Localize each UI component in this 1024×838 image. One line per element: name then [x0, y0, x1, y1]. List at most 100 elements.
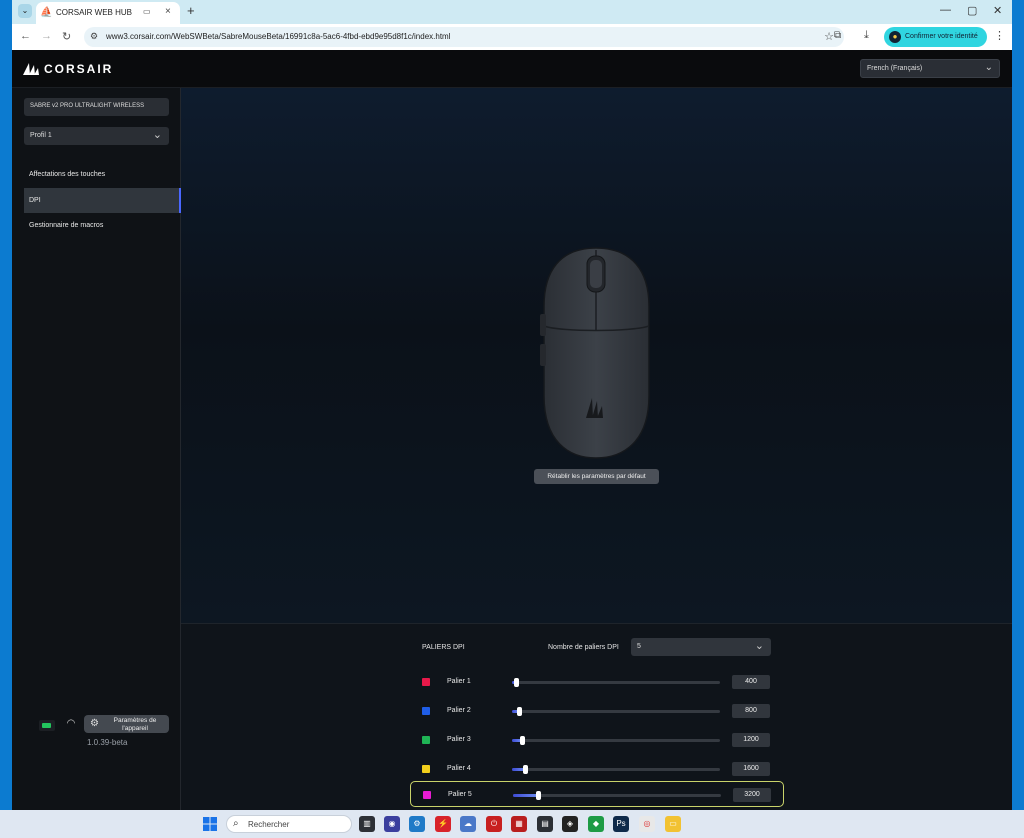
windows-start-icon[interactable] [203, 817, 217, 831]
dpi-slider-fill [513, 794, 538, 797]
device-name-field: SABRE v2 PRO ULTRALIGHT WIRELESS [24, 98, 169, 116]
tab-search-chevron-icon[interactable]: ⌄ [18, 4, 32, 18]
dpi-slider[interactable] [513, 791, 721, 800]
tab-close-icon[interactable]: × [165, 6, 171, 17]
reload-icon[interactable]: ↻ [62, 30, 71, 43]
tab-bar: ⌄ ⛵ CORSAIR WEB HUB ▭ × + — ▢ ✕ [12, 0, 1012, 24]
corsair-logo: CORSAIR [22, 61, 113, 77]
wireless-icon: ◠ [66, 718, 76, 729]
dpi-slider-thumb[interactable] [536, 791, 541, 800]
stage-color-swatch[interactable] [423, 791, 431, 799]
back-icon[interactable]: ← [20, 30, 31, 42]
chevron-down-icon: ⌄ [754, 640, 764, 652]
dpi-stage-row[interactable]: Palier 5 3200 [410, 781, 784, 807]
app-icon-3[interactable]: ⚡ [435, 816, 451, 832]
app-icon-4[interactable]: ☁ [460, 816, 476, 832]
forward-icon[interactable]: → [41, 30, 52, 42]
extensions-icon[interactable]: ⧉ [834, 30, 841, 41]
profile-select[interactable]: Profil 1 ⌄ [24, 127, 169, 145]
reset-defaults-label: Rétablir les paramètres par défaut [547, 473, 646, 480]
stage-dpi-value[interactable]: 1200 [732, 733, 770, 747]
stage-label: Palier 3 [447, 736, 471, 743]
taskbar-search[interactable]: ⌕ Rechercher [226, 815, 352, 833]
close-window-icon[interactable]: ✕ [993, 4, 1002, 17]
photoshop-icon[interactable]: Ps [613, 816, 629, 832]
taskbar-search-placeholder: Rechercher [248, 820, 290, 829]
browser-tab[interactable]: ⛵ CORSAIR WEB HUB ▭ × [36, 2, 180, 24]
profile-value: Profil 1 [30, 132, 52, 139]
corsair-web-hub: CORSAIR French (Français) ⌄ SABRE v2 PRO… [12, 50, 1012, 810]
stage-color-swatch[interactable] [422, 765, 430, 773]
dpi-slider-thumb[interactable] [517, 707, 522, 716]
app-icon-7[interactable]: ▤ [537, 816, 553, 832]
stage-label: Palier 4 [447, 765, 471, 772]
stage-color-swatch[interactable] [422, 678, 430, 686]
task-view-icon[interactable]: ▥ [359, 816, 375, 832]
battery-icon [39, 720, 55, 731]
device-view: Rétablir les paramètres par défaut [181, 88, 1012, 623]
dpi-slider[interactable] [512, 678, 720, 687]
device-settings-button[interactable]: ⚙ Paramètres de l'appareil [84, 715, 169, 733]
confirm-identity-button[interactable]: ● Confirmer votre identité [884, 27, 987, 47]
logo-text: CORSAIR [44, 62, 114, 76]
stage-color-swatch[interactable] [422, 736, 430, 744]
dpi-slider-thumb[interactable] [514, 678, 519, 687]
browser-window: ⌄ ⛵ CORSAIR WEB HUB ▭ × + — ▢ ✕ ← → ↻ ⚙ … [12, 0, 1012, 810]
language-select[interactable]: French (Français) ⌄ [860, 59, 1000, 78]
dpi-stage-row[interactable]: Palier 3 1200 [410, 727, 784, 753]
corsair-sails-icon [23, 63, 39, 75]
chevron-down-icon: ⌄ [152, 129, 162, 141]
device-name: SABRE v2 PRO ULTRALIGHT WIRELESS [30, 103, 145, 109]
tab-media-icon[interactable]: ▭ [143, 7, 151, 16]
dpi-stage-row[interactable]: Palier 4 1600 [410, 756, 784, 782]
sidebar-item-label: DPI [29, 197, 41, 204]
corsair-favicon-icon: ⛵ [40, 7, 53, 18]
dpi-stages-title: PALIERS DPI [422, 644, 465, 651]
app-icon-9[interactable]: ◆ [588, 816, 604, 832]
reset-defaults-button[interactable]: Rétablir les paramètres par défaut [534, 469, 659, 484]
bookmark-star-icon[interactable]: ☆ [824, 30, 834, 43]
chevron-down-icon: ⌄ [984, 62, 993, 73]
stage-count-value: 5 [637, 643, 641, 650]
dpi-slider-thumb[interactable] [523, 765, 528, 774]
app-icon-1[interactable]: ◉ [384, 816, 400, 832]
identity-icon: ● [889, 31, 901, 43]
sidebar-item-dpi[interactable]: DPI [24, 188, 181, 213]
dpi-slider[interactable] [512, 765, 720, 774]
download-icon[interactable]: ⤓ [864, 29, 869, 42]
stage-dpi-value[interactable]: 1600 [732, 762, 770, 776]
app-icon-2[interactable]: ⚙ [409, 816, 425, 832]
dpi-slider[interactable] [512, 736, 720, 745]
stage-dpi-value[interactable]: 800 [732, 704, 770, 718]
maximize-icon[interactable]: ▢ [967, 4, 977, 17]
stage-count-select[interactable]: 5 ⌄ [631, 638, 771, 656]
app-icon-5[interactable]: ⏻ [486, 816, 502, 832]
minimize-icon[interactable]: — [940, 4, 951, 16]
sidebar-item-key-assignments[interactable]: Affectations des touches [24, 162, 181, 187]
stage-count-label: Nombre de paliers DPI [548, 644, 619, 651]
search-icon: ⌕ [233, 818, 239, 829]
stage-dpi-value[interactable]: 400 [732, 675, 770, 689]
chrome-icon[interactable]: ◎ [639, 816, 655, 832]
confirm-identity-label: Confirmer votre identité [905, 33, 978, 40]
app-icon-6[interactable]: ▦ [511, 816, 527, 832]
dpi-stage-row[interactable]: Palier 1 400 [410, 669, 784, 695]
mouse-image [540, 247, 650, 459]
new-tab-button[interactable]: + [187, 3, 195, 18]
gear-icon: ⚙ [90, 718, 99, 729]
dpi-stage-row[interactable]: Palier 2 800 [410, 698, 784, 724]
menu-kebab-icon[interactable]: ⋮ [994, 29, 1005, 42]
address-bar[interactable]: ⚙ www3.corsair.com/WebSWBeta/SabreMouseB… [84, 27, 844, 47]
dpi-panel: PALIERS DPI Nombre de paliers DPI 5 ⌄ Pa… [181, 623, 1012, 810]
stage-dpi-value[interactable]: 3200 [733, 788, 771, 802]
dpi-slider-thumb[interactable] [520, 736, 525, 745]
dpi-slider[interactable] [512, 707, 720, 716]
app-icon-8[interactable]: ◈ [562, 816, 578, 832]
stage-color-swatch[interactable] [422, 707, 430, 715]
site-info-icon[interactable]: ⚙ [90, 31, 98, 42]
file-explorer-icon[interactable]: ▭ [665, 816, 681, 832]
address-toolbar: ← → ↻ ⚙ www3.corsair.com/WebSWBeta/Sabre… [12, 24, 1012, 50]
sidebar-item-macro-manager[interactable]: Gestionnaire de macros [24, 213, 181, 238]
sidebar: SABRE v2 PRO ULTRALIGHT WIRELESS Profil … [12, 88, 181, 810]
stage-label: Palier 5 [448, 791, 472, 798]
